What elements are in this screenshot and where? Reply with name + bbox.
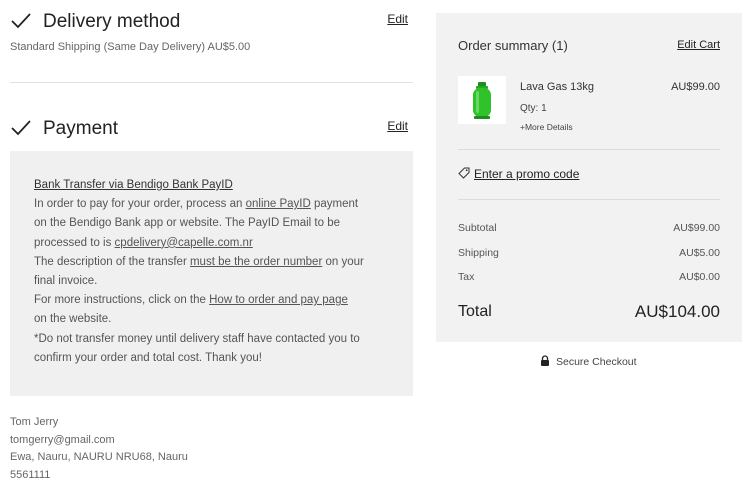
tax-label: Tax — [458, 271, 475, 283]
total-label: Total — [458, 303, 492, 320]
gas-cylinder-icon — [473, 82, 491, 119]
order-summary-panel: Order summary (1) Edit Cart Lava Gas 13k… — [436, 13, 742, 342]
subtotal-label: Subtotal — [458, 222, 497, 234]
summary-divider — [458, 199, 720, 200]
delivery-method-title: Delivery method — [43, 11, 181, 32]
customer-location: Ewa, Nauru, NAURU NRU68, Nauru — [10, 451, 188, 463]
payment-header: Payment Edit — [10, 108, 413, 148]
payment-instruction-line: In order to pay for your order, process … — [34, 195, 393, 214]
order-summary-title: Order summary (1) — [458, 38, 568, 53]
payment-method-title: Bank Transfer via Bendigo Bank PayID — [34, 179, 233, 191]
customer-phone: 5561111 — [10, 468, 51, 481]
summary-divider — [458, 149, 720, 150]
subtotal-value: AU$99.00 — [673, 222, 720, 234]
customer-email: tomgerry@gmail.com — [10, 433, 115, 446]
payment-edit-link[interactable]: Edit — [387, 119, 408, 133]
total-value: AU$104.00 — [634, 302, 720, 321]
product-quantity: Qty: 1 — [520, 103, 547, 114]
instruction-text: In order to pay for your order, process … — [34, 198, 246, 211]
order-number-emphasis: must be the order number — [189, 255, 323, 268]
secure-checkout-label: Secure Checkout — [556, 356, 637, 368]
payment-instruction-line: on the website. — [34, 313, 112, 326]
payment-instruction-line: The description of the transfer must be … — [34, 253, 393, 272]
payment-instruction-line: on the Bendigo Bank app or website. The … — [34, 217, 341, 230]
delivery-edit-link[interactable]: Edit — [387, 12, 408, 26]
promo-code-link[interactable]: Enter a promo code — [458, 167, 579, 181]
payment-instructions-box: Bank Transfer via Bendigo Bank PayID In … — [10, 151, 413, 396]
payment-instruction-line: confirm your order and total cost. Thank… — [34, 351, 262, 364]
billing-address: Tom Jerry tomgerry@gmail.com Ewa, Nauru,… — [10, 414, 188, 484]
payment-instruction-line: processed to is cpdelivery@capelle.com.n… — [34, 234, 393, 253]
delivery-selected-option: Standard Shipping (Same Day Delivery) AU… — [10, 41, 251, 53]
online-payid-link[interactable]: online PayID — [246, 198, 311, 210]
payment-instruction-line: final invoice. — [34, 275, 98, 288]
more-details-link[interactable]: +More Details — [520, 122, 573, 132]
customer-name: Tom Jerry — [10, 416, 59, 428]
instruction-text: processed to is — [34, 236, 115, 249]
how-to-order-link[interactable]: How to order and pay page — [209, 294, 348, 306]
product-price: AU$99.00 — [671, 81, 720, 93]
checkmark-icon — [11, 120, 31, 136]
tax-value: AU$0.00 — [679, 271, 720, 283]
payment-instruction-line: *Do not transfer money until delivery st… — [34, 332, 360, 345]
lock-icon — [541, 355, 549, 366]
product-name: Lava Gas 13kg — [520, 81, 594, 93]
instruction-text: The description of the transfer — [34, 255, 190, 268]
instruction-text: payment — [310, 198, 359, 211]
instruction-text: on your — [322, 255, 364, 268]
product-thumbnail[interactable] — [458, 76, 506, 124]
payid-email-link[interactable]: cpdelivery@capelle.com.nr — [115, 237, 253, 249]
secure-checkout-note: Secure Checkout — [540, 355, 637, 368]
checkmark-icon — [11, 13, 31, 29]
shipping-label: Shipping — [458, 247, 499, 259]
edit-cart-link[interactable]: Edit Cart — [677, 39, 720, 51]
tag-icon — [458, 167, 470, 179]
shipping-value: AU$5.00 — [679, 247, 720, 259]
delivery-method-header: Delivery method Edit — [10, 0, 413, 40]
instruction-text: For more instructions, click on the — [34, 294, 210, 307]
checkout-steps: Delivery method Edit Standard Shipping (… — [10, 0, 413, 481]
promo-code-label: Enter a promo code — [474, 167, 580, 181]
payment-instruction-line: For more instructions, click on the How … — [34, 291, 393, 310]
section-divider — [10, 82, 413, 83]
payment-title: Payment — [43, 118, 118, 139]
